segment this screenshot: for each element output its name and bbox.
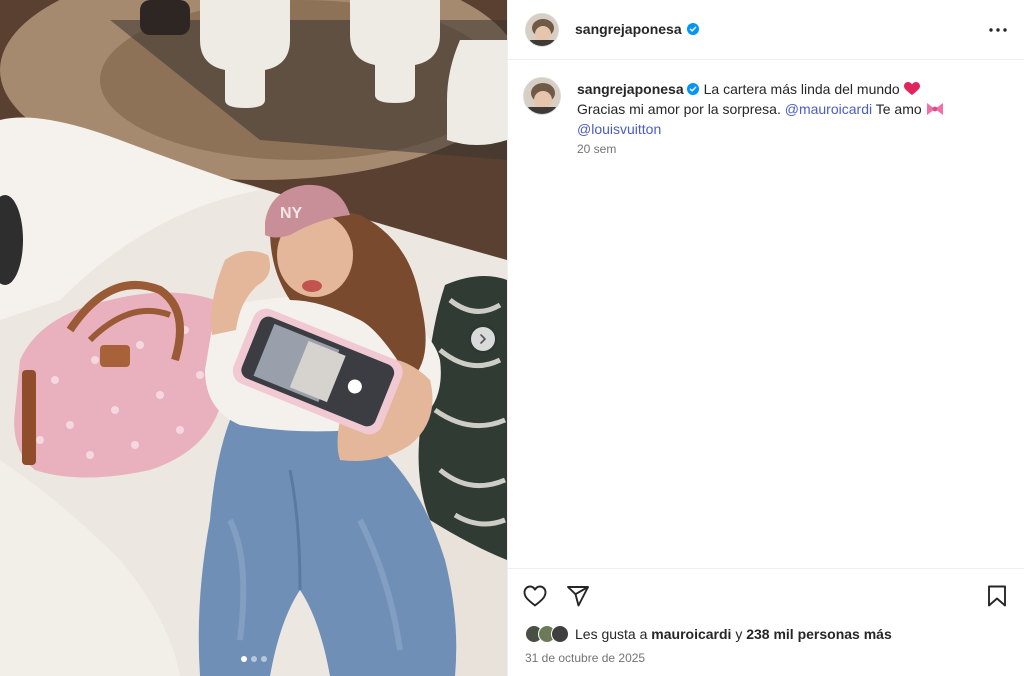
mention-link-louisvuitton[interactable]: @louisvuitton (577, 121, 661, 137)
more-horizontal-icon (989, 28, 1007, 32)
post-photo: NY (0, 0, 507, 676)
post-date[interactable]: 31 de octubre de 2025 (525, 651, 645, 665)
paper-plane-icon (567, 586, 589, 607)
author-username-text[interactable]: sangrejaponesa (575, 21, 682, 37)
heart-icon (523, 585, 547, 607)
mention-link-mauroicardi[interactable]: @mauroicardi (785, 101, 872, 117)
carousel-dot (240, 656, 247, 662)
pink-ribbon-emoji-icon (926, 103, 943, 115)
caption-author-avatar[interactable] (523, 77, 561, 115)
caption-time-ago[interactable]: 20 sem (577, 142, 616, 156)
bookmark-icon (988, 585, 1006, 607)
red-heart-emoji-icon (903, 82, 920, 95)
avatar-image (526, 14, 558, 46)
post-modal: NY sangrejaponesa sangrejaponesa La cart… (0, 0, 1024, 676)
post-actions: Les gusta a mauroicardi y 238 mil person… (508, 568, 1024, 676)
caption-line-2: Gracias mi amor por la sorpresa. (577, 101, 781, 117)
liker-avatar (551, 625, 569, 643)
caption-line-1: La cartera más linda del mundo (703, 81, 900, 97)
like-button[interactable] (522, 583, 548, 609)
caption-username[interactable]: sangrejaponesa (577, 81, 684, 97)
likes-prefix: Les gusta a (575, 626, 648, 642)
svg-text:NY: NY (280, 205, 303, 222)
post-header: sangrejaponesa (508, 0, 1024, 60)
author-username[interactable]: sangrejaponesa (575, 21, 699, 37)
carousel-next-button[interactable] (471, 327, 495, 351)
carousel-dot (260, 656, 267, 662)
author-avatar[interactable] (525, 13, 559, 47)
post-media[interactable]: NY (0, 0, 507, 676)
caption-line-2-end: Te amo (875, 101, 922, 117)
carousel-indicator (0, 656, 507, 662)
likes-others-count[interactable]: 238 mil personas más (746, 626, 892, 642)
likes-summary[interactable]: Les gusta a mauroicardi y 238 mil person… (525, 625, 892, 643)
more-options-button[interactable] (986, 18, 1010, 42)
verified-badge-icon (686, 23, 699, 35)
save-button[interactable] (984, 583, 1010, 609)
likes-user[interactable]: mauroicardi (651, 626, 731, 642)
likes-joiner: y (735, 626, 743, 642)
liker-avatars (525, 625, 569, 643)
carousel-dot (250, 656, 257, 662)
share-button[interactable] (565, 583, 591, 609)
post-details-panel: sangrejaponesa sangrejaponesa La cartera… (507, 0, 1024, 676)
verified-badge-icon (686, 83, 699, 95)
post-caption: sangrejaponesa La cartera más linda del … (577, 79, 1007, 139)
chevron-right-icon (480, 334, 486, 344)
avatar-image (524, 78, 560, 114)
